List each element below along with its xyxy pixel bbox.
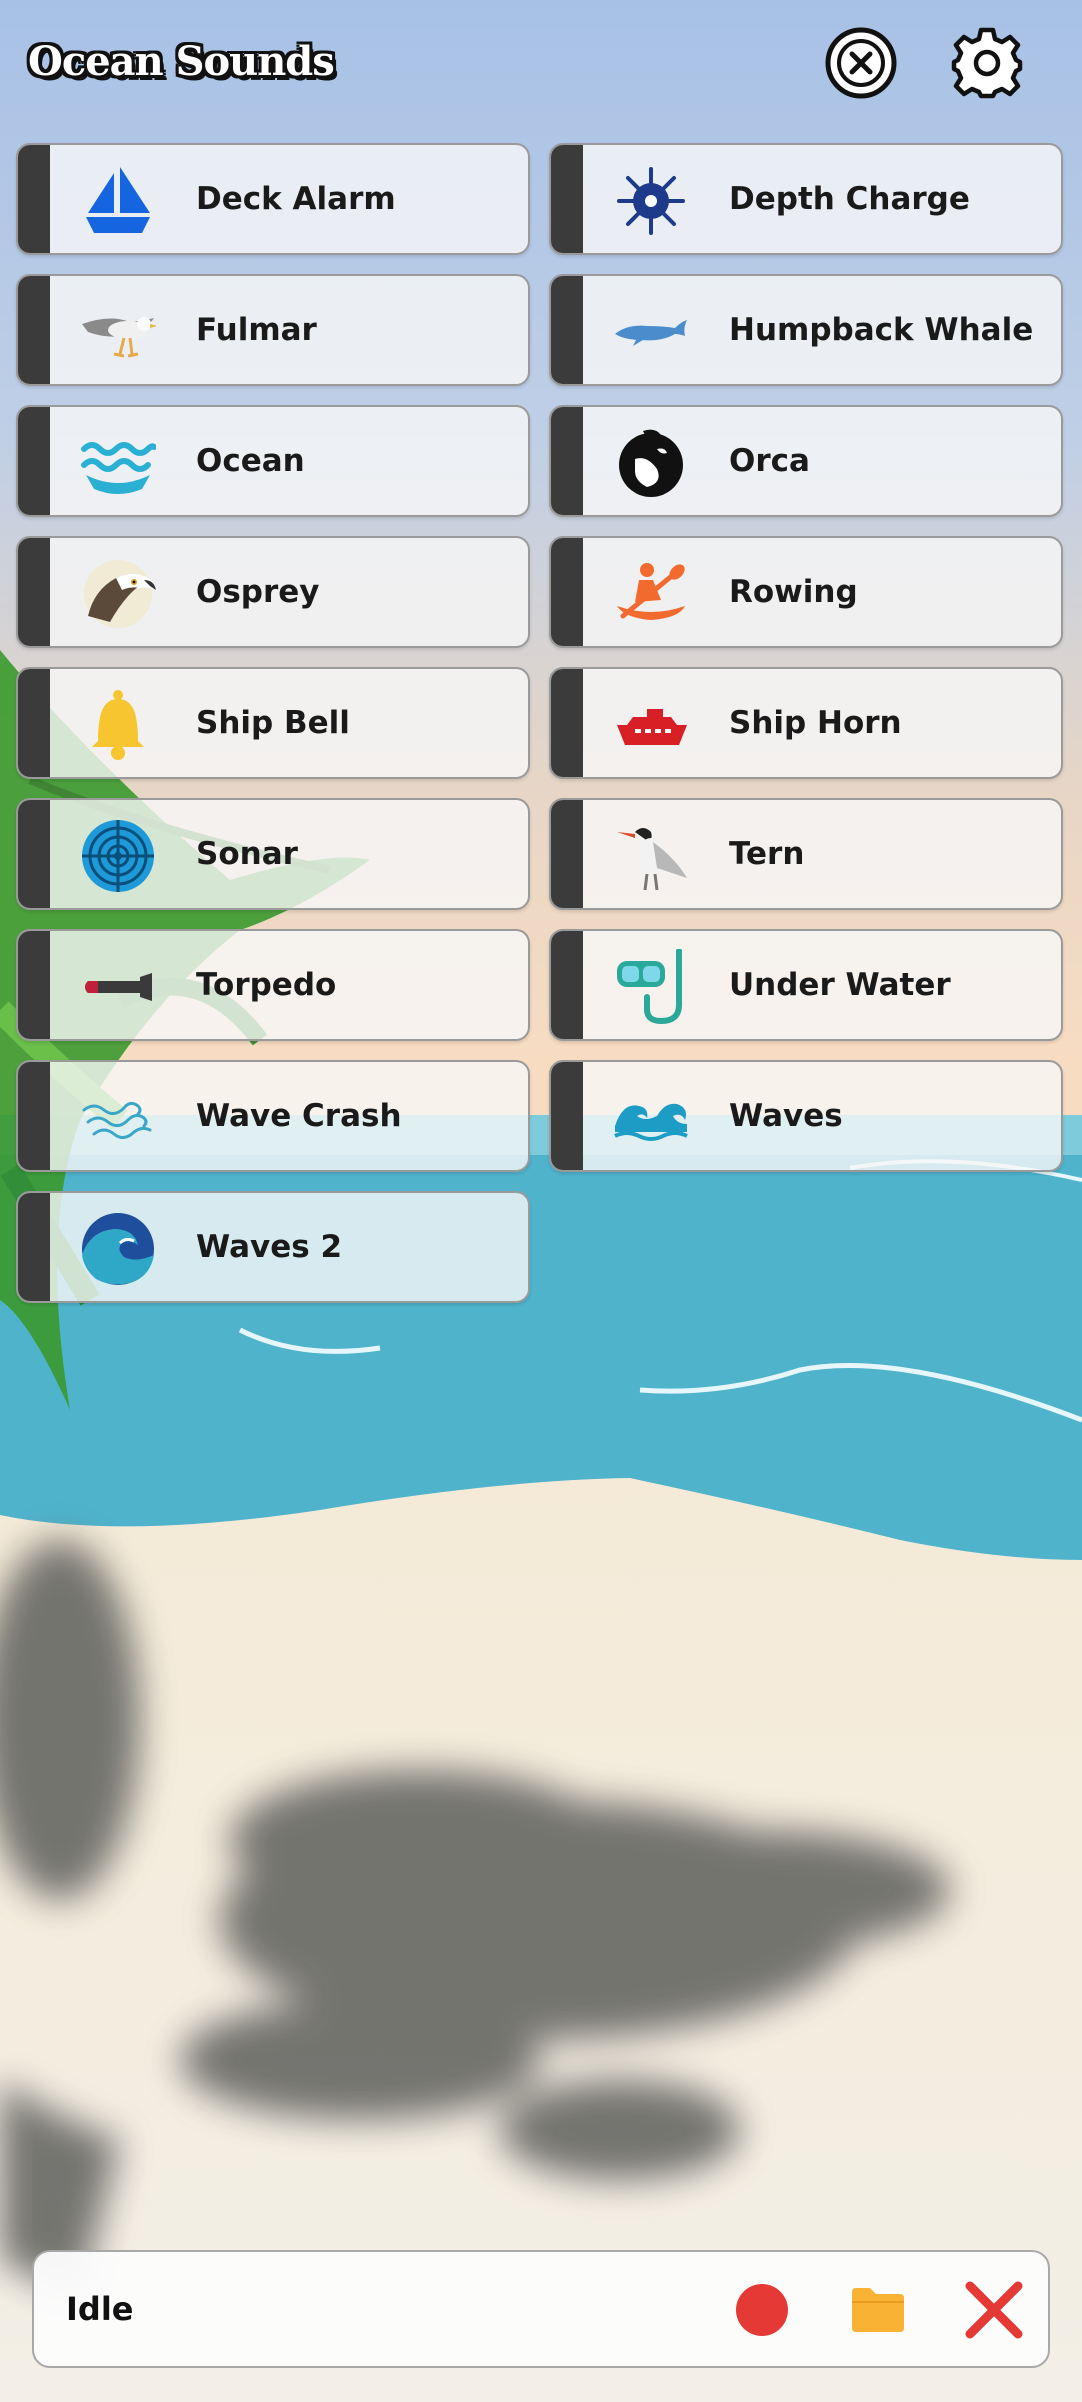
gear-icon — [951, 27, 1023, 99]
sound-button-deck-alarm[interactable]: Deck Alarm — [16, 143, 530, 255]
sound-label: Ocean — [196, 443, 305, 479]
sound-button-orca[interactable]: Orca — [549, 405, 1063, 517]
card-accent-bar — [18, 800, 50, 908]
sound-button-ship-horn[interactable]: Ship Horn — [549, 667, 1063, 779]
wind-waves-icon — [82, 1101, 152, 1139]
fulmar-bird-icon — [82, 317, 158, 358]
sound-label: Ship Bell — [196, 705, 350, 741]
status-text: Idle — [66, 2290, 134, 2328]
card-accent-bar — [551, 407, 583, 515]
sound-button-sonar[interactable]: Sonar — [16, 798, 530, 910]
card-accent-bar — [18, 931, 50, 1039]
sound-button-fulmar[interactable]: Fulmar — [16, 274, 530, 386]
stop-all-icon — [825, 27, 897, 99]
orca-icon — [619, 429, 683, 497]
sound-label: Depth Charge — [729, 181, 970, 217]
open-folder-button[interactable] — [848, 2280, 908, 2340]
sailboat-icon — [86, 167, 150, 233]
sound-label: Fulmar — [196, 312, 317, 348]
sound-label: Waves 2 — [196, 1229, 343, 1265]
sound-label: Under Water — [729, 967, 951, 1003]
card-accent-bar — [18, 1193, 50, 1301]
folder-icon — [852, 2288, 904, 2332]
sound-label: Orca — [729, 443, 810, 479]
sound-button-humpback-whale[interactable]: Humpback Whale — [549, 274, 1063, 386]
sound-label: Wave Crash — [196, 1098, 402, 1134]
sound-button-ship-bell[interactable]: Ship Bell — [16, 667, 530, 779]
sound-button-tern[interactable]: Tern — [549, 798, 1063, 910]
sound-button-depth-charge[interactable]: Depth Charge — [549, 143, 1063, 255]
sound-label: Sonar — [196, 836, 298, 872]
card-accent-bar — [551, 1062, 583, 1170]
sound-label: Torpedo — [196, 967, 337, 1003]
torpedo-icon — [85, 973, 152, 1001]
record-button[interactable] — [732, 2280, 792, 2340]
sound-button-rowing[interactable]: Rowing — [549, 536, 1063, 648]
sound-button-wave-crash[interactable]: Wave Crash — [16, 1060, 530, 1172]
sound-button-under-water[interactable]: Under Water — [549, 929, 1063, 1041]
sound-label: Humpback Whale — [729, 312, 1034, 348]
sea-mine-icon — [617, 167, 685, 235]
card-accent-bar — [18, 538, 50, 646]
card-accent-bar — [18, 669, 50, 777]
card-accent-bar — [18, 407, 50, 515]
sound-label: Waves — [729, 1098, 843, 1134]
water-waves-icon — [81, 442, 157, 494]
close-icon — [965, 2281, 1023, 2339]
sonar-icon — [82, 820, 154, 892]
sound-button-waves-2[interactable]: Waves 2 — [16, 1191, 530, 1303]
sound-button-waves[interactable]: Waves — [549, 1060, 1063, 1172]
card-accent-bar — [551, 800, 583, 908]
osprey-icon — [84, 560, 156, 628]
sound-label: Rowing — [729, 574, 858, 610]
sound-button-ocean[interactable]: Ocean — [16, 405, 530, 517]
clear-button[interactable] — [964, 2280, 1024, 2340]
big-wave-icon — [82, 1213, 154, 1285]
card-accent-bar — [551, 276, 583, 384]
card-accent-bar — [551, 669, 583, 777]
curling-waves-icon — [614, 1103, 688, 1141]
card-accent-bar — [551, 931, 583, 1039]
card-accent-bar — [18, 1062, 50, 1170]
card-accent-bar — [551, 538, 583, 646]
settings-button[interactable] — [950, 26, 1024, 100]
whale-icon — [615, 320, 687, 346]
stop-all-button[interactable] — [824, 26, 898, 100]
status-bar: Idle — [32, 2250, 1050, 2368]
app-title: Ocean Sounds — [28, 38, 335, 85]
card-accent-bar — [551, 145, 583, 253]
tern-bird-icon — [617, 828, 687, 891]
bell-icon — [92, 690, 144, 760]
cruise-ship-icon — [617, 709, 687, 745]
sound-label: Deck Alarm — [196, 181, 396, 217]
card-accent-bar — [18, 276, 50, 384]
sound-button-torpedo[interactable]: Torpedo — [16, 929, 530, 1041]
sound-label: Ship Horn — [729, 705, 902, 741]
kayak-icon — [617, 563, 685, 620]
sound-button-osprey[interactable]: Osprey — [16, 536, 530, 648]
sound-label: Osprey — [196, 574, 320, 610]
snorkel-mask-icon — [617, 948, 682, 1025]
card-accent-bar — [18, 145, 50, 253]
sound-label: Tern — [729, 836, 805, 872]
record-icon — [736, 2284, 788, 2336]
app-header: Ocean Sounds — [0, 0, 1082, 130]
